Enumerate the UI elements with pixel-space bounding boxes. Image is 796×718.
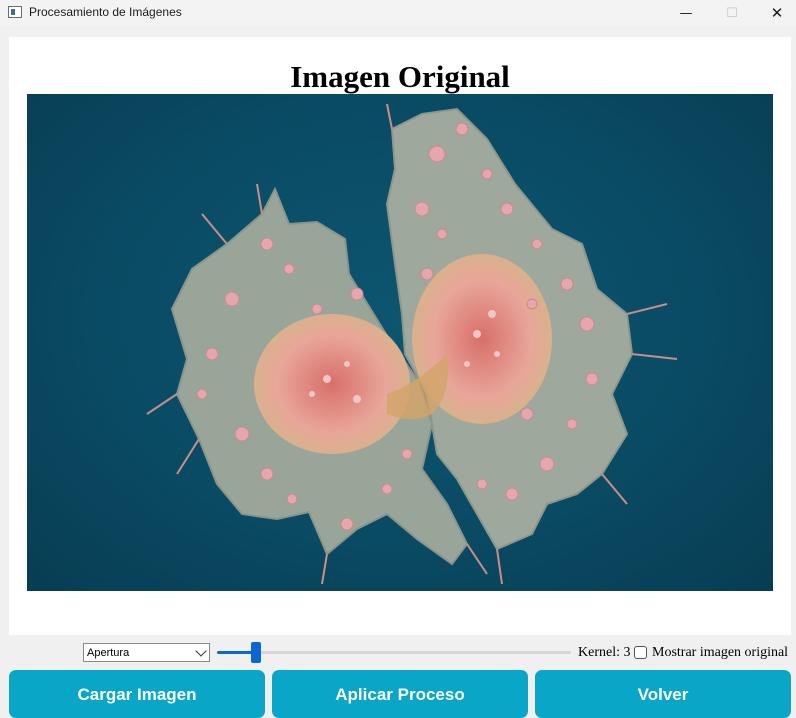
load-image-button[interactable]: Cargar Imagen: [9, 670, 265, 718]
back-button[interactable]: Volver: [535, 670, 791, 718]
cell-image-graphic: [146, 103, 678, 585]
chevron-down-icon: [195, 645, 207, 657]
kernel-slider-thumb[interactable]: [250, 642, 261, 663]
app-window-icon: [8, 6, 22, 18]
cell-image: [27, 94, 773, 591]
operation-select[interactable]: Apertura: [83, 643, 210, 662]
image-panel: Imagen Original: [9, 37, 791, 635]
show-original-checkbox[interactable]: [634, 646, 647, 659]
maximize-button[interactable]: ☐: [709, 0, 755, 26]
panel-title: Imagen Original: [290, 59, 510, 94]
show-original-label[interactable]: Mostrar imagen original: [652, 645, 788, 661]
window-title: Procesamiento de Imágenes: [29, 5, 182, 19]
apply-process-button[interactable]: Aplicar Proceso: [272, 670, 528, 718]
kernel-label: Kernel: 3: [578, 645, 631, 660]
close-button[interactable]: ✕: [754, 0, 796, 26]
operation-select-value: Apertura: [87, 647, 130, 659]
kernel-slider-track[interactable]: [217, 651, 571, 654]
title-bar: Procesamiento de Imágenes — ☐ ✕: [0, 0, 796, 26]
minimize-button[interactable]: —: [663, 0, 709, 26]
